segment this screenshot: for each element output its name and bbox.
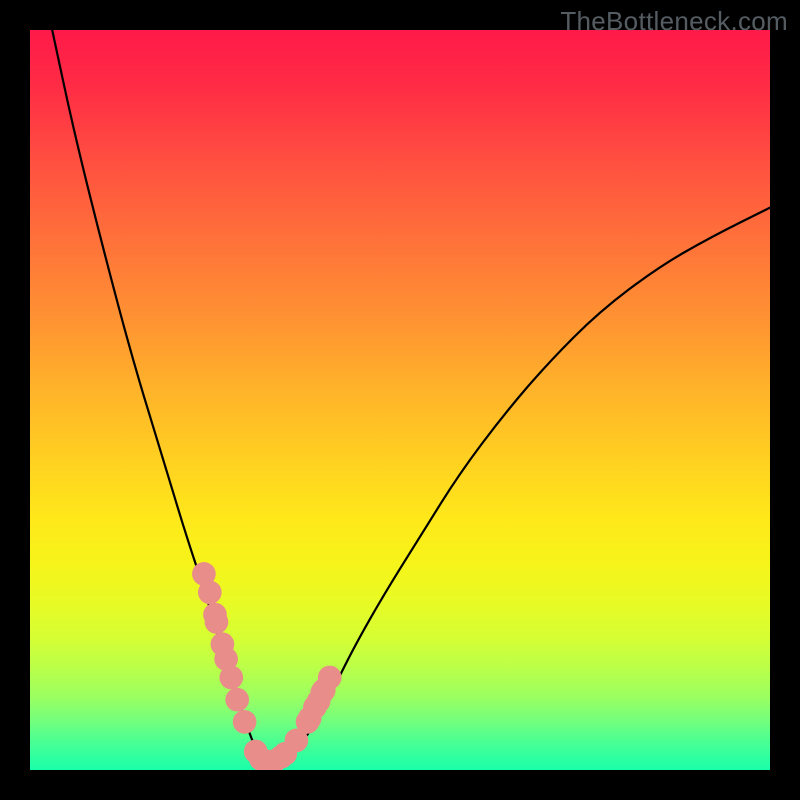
data-points-group — [192, 562, 341, 770]
chart-frame: TheBottleneck.com — [0, 0, 800, 800]
chart-svg — [30, 30, 770, 770]
data-point — [205, 610, 229, 634]
data-point — [198, 581, 222, 605]
plot-area — [30, 30, 770, 770]
data-point — [225, 688, 249, 712]
bottleneck-curve — [52, 30, 770, 763]
data-point — [233, 710, 257, 734]
data-point — [318, 666, 342, 690]
data-point — [219, 666, 243, 690]
attribution-text: TheBottleneck.com — [560, 6, 788, 37]
